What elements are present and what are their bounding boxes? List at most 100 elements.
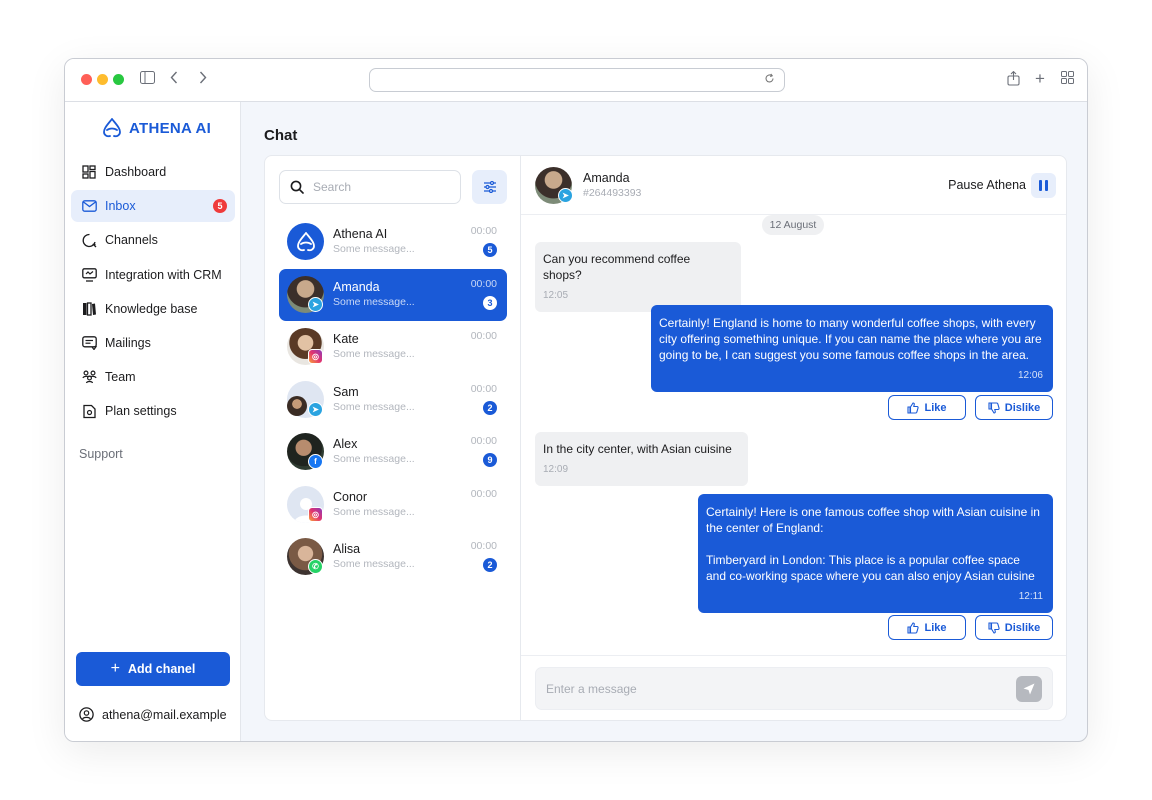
athena-logo-icon — [103, 118, 121, 138]
sidebar-item-dashboard[interactable]: Dashboard — [71, 156, 235, 188]
contact-preview: Some message... — [333, 505, 415, 518]
close-window-button[interactable] — [81, 74, 92, 85]
minimize-window-button[interactable] — [97, 74, 108, 85]
plus-icon: + — [110, 660, 120, 677]
add-channel-button[interactable]: + Add chanel — [76, 652, 230, 686]
conversation-contact-id: #264493393 — [583, 187, 642, 199]
contact-kate[interactable]: ◎ Kate Some message... 00:00 — [279, 321, 507, 374]
contact-conor[interactable]: ◎ Conor Some message... 00:00 — [279, 479, 507, 532]
message-time: 12:09 — [543, 464, 569, 475]
pause-athena-button[interactable] — [1031, 173, 1056, 198]
tab-overview-icon[interactable] — [1059, 71, 1075, 87]
message-text: In the city center, with Asian cuisine — [543, 442, 732, 456]
dislike-button[interactable]: Dislike — [975, 395, 1053, 420]
message-composer: Enter a message — [521, 655, 1066, 720]
sidebar-item-inbox[interactable]: Inbox 5 — [71, 190, 235, 223]
message-placeholder: Enter a message — [546, 682, 637, 696]
send-button[interactable] — [1016, 676, 1042, 702]
unread-badge: 3 — [483, 295, 497, 310]
support-link[interactable]: Support — [79, 447, 123, 461]
mail-icon — [81, 198, 97, 214]
contact-time: 00:00 — [470, 540, 497, 552]
message-time: 12:06 — [1017, 370, 1043, 381]
unread-badge: 9 — [483, 453, 497, 467]
message-outgoing: Certainly! England is home to many wonde… — [651, 305, 1053, 392]
thumbs-up-icon — [907, 401, 920, 414]
telegram-icon: ➤ — [308, 401, 323, 417]
sidebar-item-channels[interactable]: Channels — [71, 224, 235, 256]
contact-preview: Some message... — [333, 243, 415, 255]
contact-preview: Some message... — [333, 453, 415, 465]
contact-name: Sam — [333, 384, 359, 399]
contact-name: Amanda — [333, 279, 380, 294]
whatsapp-icon: ✆ — [308, 559, 323, 574]
sidebar-toggle-icon[interactable] — [139, 71, 155, 87]
new-tab-icon[interactable]: + — [1032, 70, 1048, 87]
filter-button[interactable] — [472, 170, 507, 204]
dislike-button[interactable]: Dislike — [975, 615, 1053, 640]
contact-alex[interactable]: f Alex Some message... 00:00 9 — [279, 426, 507, 479]
facebook-icon: f — [308, 454, 323, 469]
telegram-icon: ➤ — [308, 296, 323, 312]
sidebar-item-label: Mailings — [105, 335, 151, 350]
unread-badge: 2 — [483, 558, 497, 572]
sidebar-item-team[interactable]: Team — [71, 361, 235, 393]
account-info[interactable]: athena@mail.example — [79, 707, 227, 722]
contact-time: 00:00 — [470, 225, 497, 237]
address-bar[interactable] — [369, 68, 785, 92]
sidebar-item-label: Plan settings — [105, 404, 177, 419]
account-email: athena@mail.example — [102, 707, 227, 722]
share-icon[interactable] — [1005, 70, 1021, 87]
athena-logo-icon — [296, 231, 315, 251]
sidebar-item-label: Channels — [105, 233, 158, 248]
contact-time: 00:00 — [470, 277, 497, 290]
add-channel-label: Add chanel — [127, 662, 196, 676]
chat-panel: Search Athena AI Some message... 00:00 5 — [264, 155, 1067, 721]
like-button[interactable]: Like — [888, 615, 966, 640]
search-icon — [290, 180, 304, 194]
message-text: Certainly! England is home to many wonde… — [659, 316, 1042, 362]
contact-preview: Some message... — [333, 400, 415, 413]
message-text: Can you recommend coffee shops? — [543, 252, 691, 282]
contact-sam[interactable]: ➤ Sam Some message... 00:00 2 — [279, 374, 507, 427]
mailings-icon — [81, 335, 97, 351]
message-time: 12:11 — [1018, 591, 1043, 602]
search-input[interactable]: Search — [279, 170, 461, 204]
forward-arrow-icon[interactable] — [195, 71, 211, 87]
chat-list: Search Athena AI Some message... 00:00 5 — [265, 156, 521, 720]
pause-athena-label: Pause Athena — [948, 178, 1026, 192]
message-outgoing: Certainly! Here is one famous coffee sho… — [698, 494, 1053, 613]
contact-amanda[interactable]: ➤ Amanda Some message... 00:00 3 — [279, 268, 507, 321]
conversation-contact-name: Amanda — [583, 171, 630, 185]
dashboard-icon — [81, 164, 97, 180]
like-button[interactable]: Like — [888, 395, 966, 420]
back-arrow-icon[interactable] — [166, 71, 182, 87]
contact-athena-ai[interactable]: Athena AI Some message... 00:00 5 — [279, 216, 507, 269]
logo-text: ATHENA AI — [129, 119, 212, 137]
browser-window: + ATHENA AI Dashboard Inbox 5 Channels I… — [64, 58, 1088, 742]
like-label: Like — [924, 621, 947, 634]
contact-preview: Some message... — [333, 558, 415, 570]
conversation: ➤ Amanda #264493393 Pause Athena 12 Augu… — [521, 156, 1066, 720]
message-incoming: Can you recommend coffee shops? 12:05 — [535, 242, 741, 312]
channels-icon — [81, 232, 97, 248]
crm-icon — [81, 267, 97, 283]
contact-name: Alex — [333, 437, 358, 451]
sidebar-item-plan-settings[interactable]: Plan settings — [71, 395, 235, 427]
reload-icon[interactable] — [764, 73, 776, 85]
dislike-label: Dislike — [1004, 621, 1041, 634]
sidebar-item-knowledge-base[interactable]: Knowledge base — [71, 293, 235, 325]
contact-time: 00:00 — [470, 330, 497, 342]
contact-alisa[interactable]: ✆ Alisa Some message... 00:00 2 — [279, 531, 507, 584]
zoom-window-button[interactable] — [113, 74, 124, 85]
dislike-label: Dislike — [1004, 401, 1041, 414]
message-input[interactable]: Enter a message — [535, 667, 1053, 710]
avatar — [287, 223, 324, 260]
sidebar-item-label: Team — [105, 370, 136, 385]
unread-badge: 2 — [483, 400, 497, 415]
sidebar-item-crm[interactable]: Integration with CRM — [71, 259, 235, 291]
app-logo[interactable]: ATHENA AI — [101, 116, 211, 140]
sidebar-nav: Dashboard Inbox 5 Channels Integration w… — [71, 156, 235, 430]
sidebar-item-mailings[interactable]: Mailings — [71, 327, 235, 359]
pause-icon — [1045, 180, 1048, 191]
